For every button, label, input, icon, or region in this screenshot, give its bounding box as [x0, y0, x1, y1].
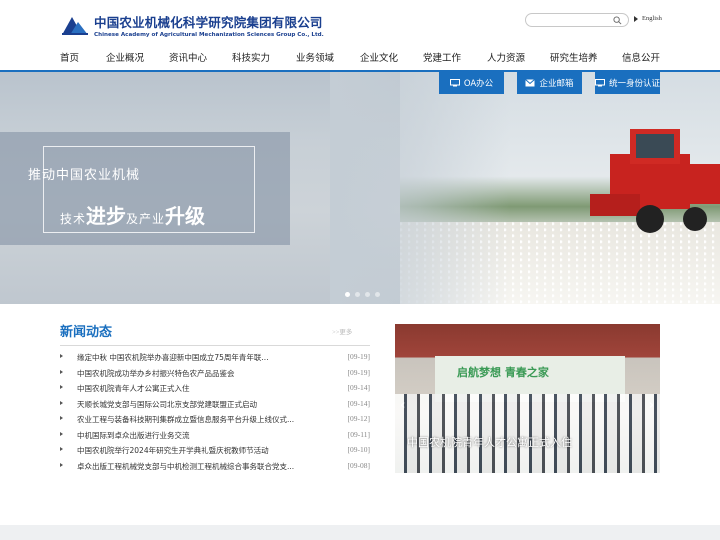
news-item[interactable]: 中国农机院青年人才公寓正式入住 [09-14] [60, 380, 370, 396]
photo-carousel[interactable]: 启航梦想 青春之家 中国农机院青年人才公寓正式入住 ‹ › [395, 324, 660, 473]
news-item[interactable]: 农业工程与装备科技期刊集群成立暨信息服务平台升级上线仪式... [09-12] [60, 411, 370, 427]
mail-icon [525, 79, 536, 87]
slogan-line-1: 推动中国农业机械 [28, 168, 141, 183]
logo-icon [62, 17, 88, 35]
nav-item-party[interactable]: 党建工作 [423, 50, 461, 64]
search-input[interactable] [532, 15, 612, 26]
nav-item-hr[interactable]: 人力资源 [487, 50, 525, 64]
enterprise-mail-button[interactable]: 企业邮箱 [517, 72, 582, 94]
bullet-arrow-icon [60, 400, 63, 405]
nav-item-graduate[interactable]: 研究生培养 [550, 50, 598, 64]
monitor-icon [595, 79, 605, 87]
bullet-arrow-icon [60, 354, 63, 358]
bullet-arrow-icon [60, 431, 63, 436]
photo-caption[interactable]: 中国农机院青年人才公寓正式入住 [407, 434, 572, 450]
chevron-left-icon[interactable]: ‹ [400, 398, 405, 413]
cotton-harvester-image [590, 129, 720, 233]
news-item[interactable]: 缘定中秋 中国农机院举办喜迎新中国成立75周年青年联... [09-19] [60, 349, 370, 365]
nav-item-culture[interactable]: 企业文化 [360, 50, 398, 64]
banner-fade [330, 72, 510, 304]
photo-sign-text: 启航梦想 青春之家 [457, 366, 549, 379]
news-item[interactable]: 中机国际到卓众出版进行业务交流 [09-11] [60, 427, 370, 443]
org-name-cn: 中国农业机械化科学研究院集团有限公司 [94, 15, 323, 30]
nav-item-news-center[interactable]: 资讯中心 [169, 50, 207, 64]
unified-auth-button[interactable]: 统一身份认证 [595, 72, 660, 94]
carousel-dot[interactable] [355, 292, 360, 297]
site-header: 中国农业机械化科学研究院集团有限公司 Chinese Academy of Ag… [0, 0, 720, 72]
search-box [525, 13, 629, 27]
nav-item-technology[interactable]: 科技实力 [232, 50, 270, 64]
org-name-en: Chinese Academy of Agricultural Mechaniz… [94, 32, 324, 38]
oa-office-button[interactable]: OA办公 [439, 72, 504, 94]
carousel-dot[interactable] [365, 292, 370, 297]
news-item[interactable]: 中国农机院举行2024年研究生开学典礼暨庆祝教师节活动 [09-10] [60, 442, 370, 458]
news-list: 缘定中秋 中国农机院举办喜迎新中国成立75周年青年联... [09-19] 中国农… [60, 349, 370, 473]
divider [60, 345, 370, 346]
bullet-arrow-icon [60, 447, 63, 451]
nav-item-home[interactable]: 首页 [60, 50, 79, 64]
search-icon[interactable] [613, 16, 622, 25]
main-nav: 首页 企业概况 资讯中心 科技实力 业务领域 企业文化 党建工作 人力资源 研究… [0, 50, 720, 70]
logo[interactable]: 中国农业机械化科学研究院集团有限公司 Chinese Academy of Ag… [60, 12, 324, 38]
monitor-icon [449, 79, 460, 87]
carousel-dot[interactable] [345, 292, 350, 297]
news-item[interactable]: 中国农机院成功举办乡村振兴特色农产品品鉴会 [09-19] [60, 365, 370, 381]
bullet-arrow-icon [60, 385, 63, 389]
bullet-arrow-icon [60, 369, 63, 374]
language-switch[interactable]: English [634, 15, 662, 22]
news-item[interactable]: 卓众出版工程机械党支部与中机检测工程机械综合事务联合党支... [09-08] [60, 458, 370, 474]
news-section-title: 新闻动态 [60, 325, 113, 340]
carousel-dot[interactable] [375, 292, 380, 297]
nav-item-disclosure[interactable]: 信息公开 [622, 50, 660, 64]
nav-item-overview[interactable]: 企业概况 [106, 50, 144, 64]
carousel-dots [345, 292, 380, 297]
slogan-line-2: 技术进步及产业升级 [60, 204, 206, 228]
nav-item-business[interactable]: 业务领域 [296, 50, 334, 64]
hero-banner[interactable]: 推动中国农业机械 技术进步及产业升级 OA办公 企业邮箱 统一身份认证 [0, 72, 720, 304]
news-item[interactable]: 天顺长城党支部与国际公司北京支部党建联盟正式启动 [09-14] [60, 396, 370, 412]
bullet-arrow-icon [60, 416, 63, 420]
footer-band [0, 525, 720, 540]
news-more-link[interactable]: >>更多 [332, 326, 352, 336]
chevron-right-icon[interactable]: › [649, 398, 654, 413]
page: 中国农业机械化科学研究院集团有限公司 Chinese Academy of Ag… [0, 0, 720, 540]
triangle-right-icon [634, 15, 638, 22]
bullet-arrow-icon [60, 462, 63, 467]
language-label: English [642, 15, 662, 22]
